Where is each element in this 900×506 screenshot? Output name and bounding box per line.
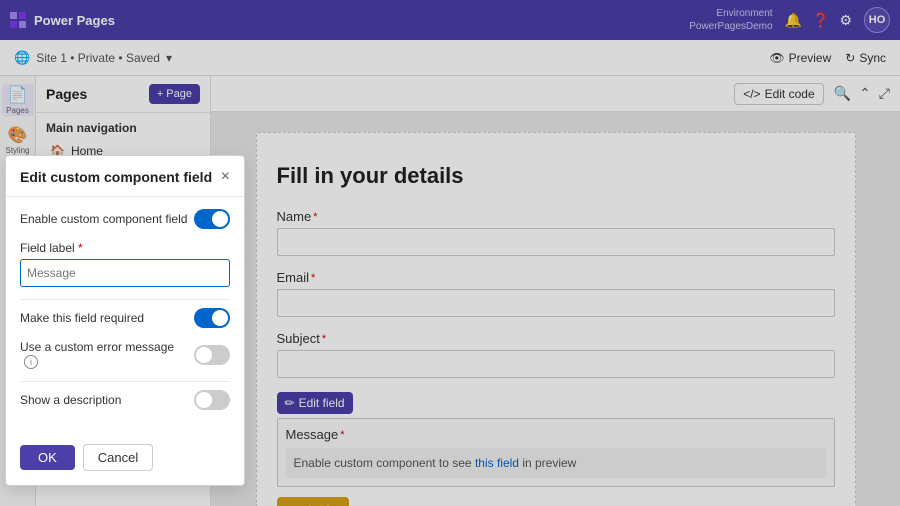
modal-body: Enable custom component field Field labe…	[6, 197, 244, 434]
show-description-label: Show a description	[20, 393, 121, 407]
modal-footer: OK Cancel	[6, 434, 244, 485]
enable-toggle[interactable]	[194, 209, 230, 229]
custom-error-label: Use a custom error message i	[20, 340, 194, 369]
modal-close-button[interactable]: ×	[221, 168, 230, 186]
make-required-row: Make this field required	[20, 308, 230, 328]
make-required-toggle[interactable]	[194, 308, 230, 328]
divider-2	[20, 381, 230, 382]
custom-error-row: Use a custom error message i	[20, 340, 230, 369]
enable-toggle-row: Enable custom component field	[20, 209, 230, 229]
cancel-button[interactable]: Cancel	[83, 444, 153, 471]
show-description-toggle[interactable]	[194, 390, 230, 410]
edit-component-modal: Edit custom component field × Enable cus…	[5, 155, 245, 486]
field-label-input[interactable]	[20, 259, 230, 287]
divider-1	[20, 299, 230, 300]
field-label-section: Field label *	[20, 241, 230, 287]
enable-toggle-label: Enable custom component field	[20, 212, 187, 226]
info-icon[interactable]: i	[24, 355, 38, 369]
custom-error-toggle[interactable]	[194, 345, 230, 365]
show-description-row: Show a description	[20, 390, 230, 410]
field-label-text: Field label *	[20, 241, 230, 255]
ok-button[interactable]: OK	[20, 445, 75, 470]
modal-header: Edit custom component field ×	[6, 156, 244, 197]
modal-title: Edit custom component field	[20, 169, 212, 185]
make-required-label: Make this field required	[20, 311, 144, 325]
field-label-required-star: *	[78, 241, 83, 255]
